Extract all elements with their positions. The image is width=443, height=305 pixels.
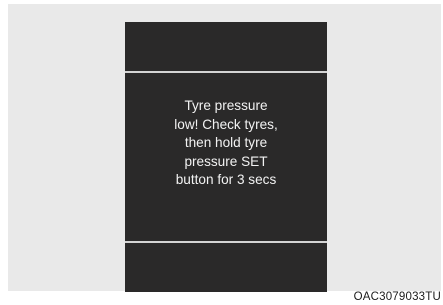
message-line: button for 3 secs	[175, 172, 277, 188]
message-line: Tyre pressure	[184, 98, 268, 113]
cluster-display: Tyre pressure low! Check tyres, then hol…	[125, 22, 327, 292]
message-line: then hold tyre	[184, 135, 268, 151]
bottom-divider	[125, 241, 327, 243]
top-divider	[125, 71, 327, 73]
figure-code: OAC3079033TU	[353, 291, 441, 303]
message-line: pressure SET	[184, 153, 268, 169]
tpms-warning-message: Tyre pressure low! Check tyres, then hol…	[125, 97, 327, 190]
message-line: low! Check tyres,	[174, 116, 278, 132]
